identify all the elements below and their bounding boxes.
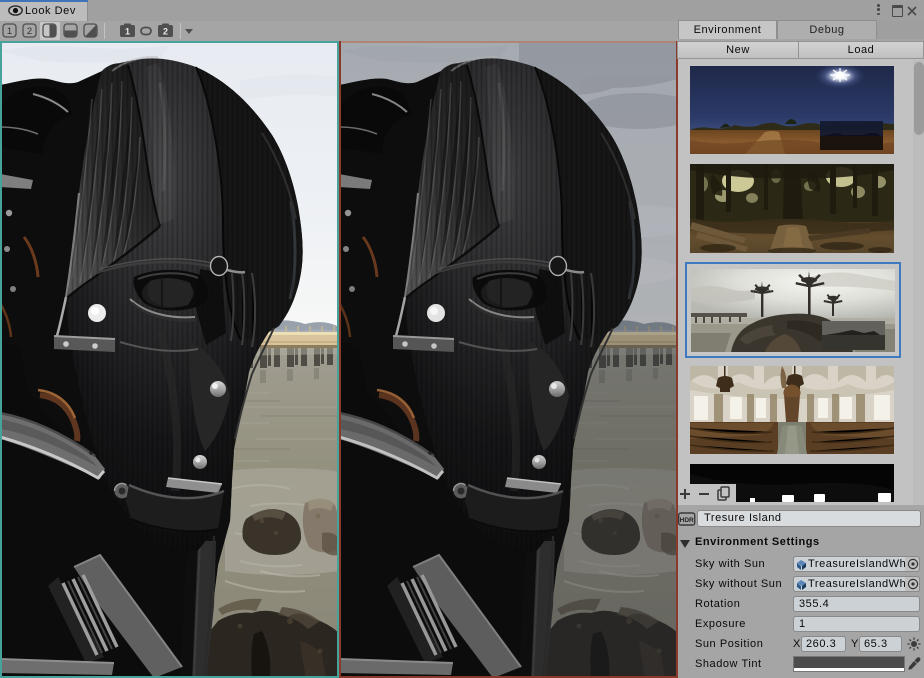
svg-text:2: 2 — [163, 27, 168, 37]
svg-text:1: 1 — [7, 26, 12, 37]
svg-text:1: 1 — [125, 27, 130, 37]
svg-text:2: 2 — [27, 26, 32, 37]
svg-text:HDR: HDR — [680, 517, 694, 524]
